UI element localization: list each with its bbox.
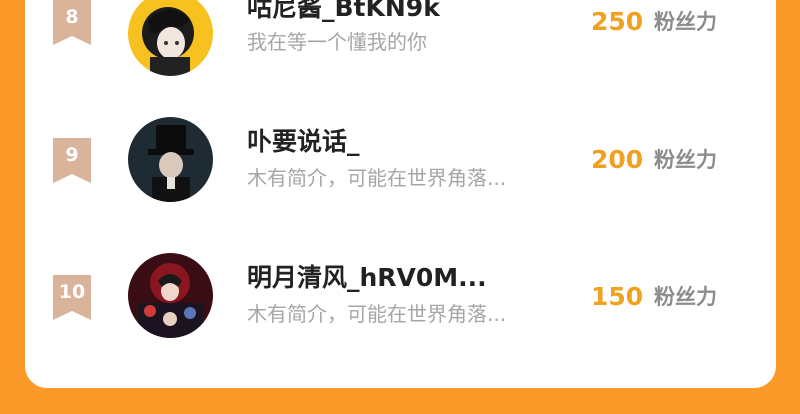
rank-number: 8 (65, 6, 79, 28)
user-name: 卟要说话_ (247, 127, 360, 156)
ranking-row[interactable]: 10 明月清风_hRV0M... 木有简介，可能在世界角落... 150 粉丝力 (25, 241, 776, 351)
user-bio: 木有简介，可能在世界角落... (247, 302, 507, 326)
fan-count: 150 (591, 282, 644, 311)
rank-number: 9 (65, 144, 79, 166)
user-name: 明月清风_hRV0M... (247, 263, 487, 292)
fan-count: 250 (591, 7, 644, 36)
user-bio: 我在等一个懂我的你 (247, 30, 427, 54)
fan-unit-label: 粉丝力 (654, 285, 717, 309)
rank-badge: 9 (53, 138, 91, 183)
ranking-row[interactable]: 8 咕尼酱_BtKN9k 我在等一个懂我的你 250 粉丝力 (25, 0, 776, 76)
ranking-card: 8 咕尼酱_BtKN9k 我在等一个懂我的你 250 粉丝力 9 卟要说话_ 木… (25, 0, 776, 388)
user-avatar[interactable] (128, 117, 213, 202)
fan-count: 200 (591, 145, 644, 174)
user-avatar[interactable] (128, 0, 213, 76)
user-avatar[interactable] (128, 253, 213, 338)
user-bio: 木有简介，可能在世界角落... (247, 166, 507, 190)
rank-number: 10 (58, 281, 86, 303)
fan-unit-label: 粉丝力 (654, 148, 717, 172)
rank-badge: 10 (53, 275, 91, 320)
rank-badge: 8 (53, 0, 91, 45)
ranking-row[interactable]: 9 卟要说话_ 木有简介，可能在世界角落... 200 粉丝力 (25, 103, 776, 213)
fan-unit-label: 粉丝力 (654, 10, 717, 34)
user-name: 咕尼酱_BtKN9k (247, 0, 440, 22)
